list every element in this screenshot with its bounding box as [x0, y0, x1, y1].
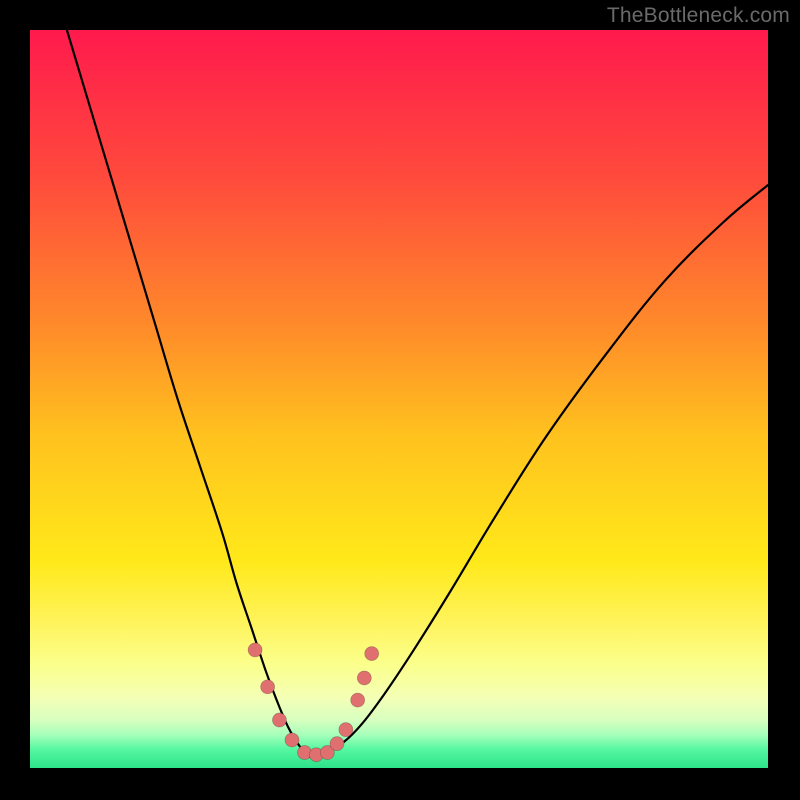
watermark-label: TheBottleneck.com — [607, 4, 790, 28]
chart-canvas — [0, 0, 800, 800]
data-marker — [261, 680, 275, 694]
data-marker — [248, 643, 262, 657]
data-marker — [365, 647, 379, 661]
data-marker — [339, 723, 353, 737]
data-marker — [351, 693, 365, 707]
data-marker — [357, 671, 371, 685]
chart-stage: TheBottleneck.com — [0, 0, 800, 800]
plot-background — [30, 30, 768, 768]
data-marker — [272, 713, 286, 727]
data-marker — [330, 737, 344, 751]
data-marker — [285, 733, 299, 747]
